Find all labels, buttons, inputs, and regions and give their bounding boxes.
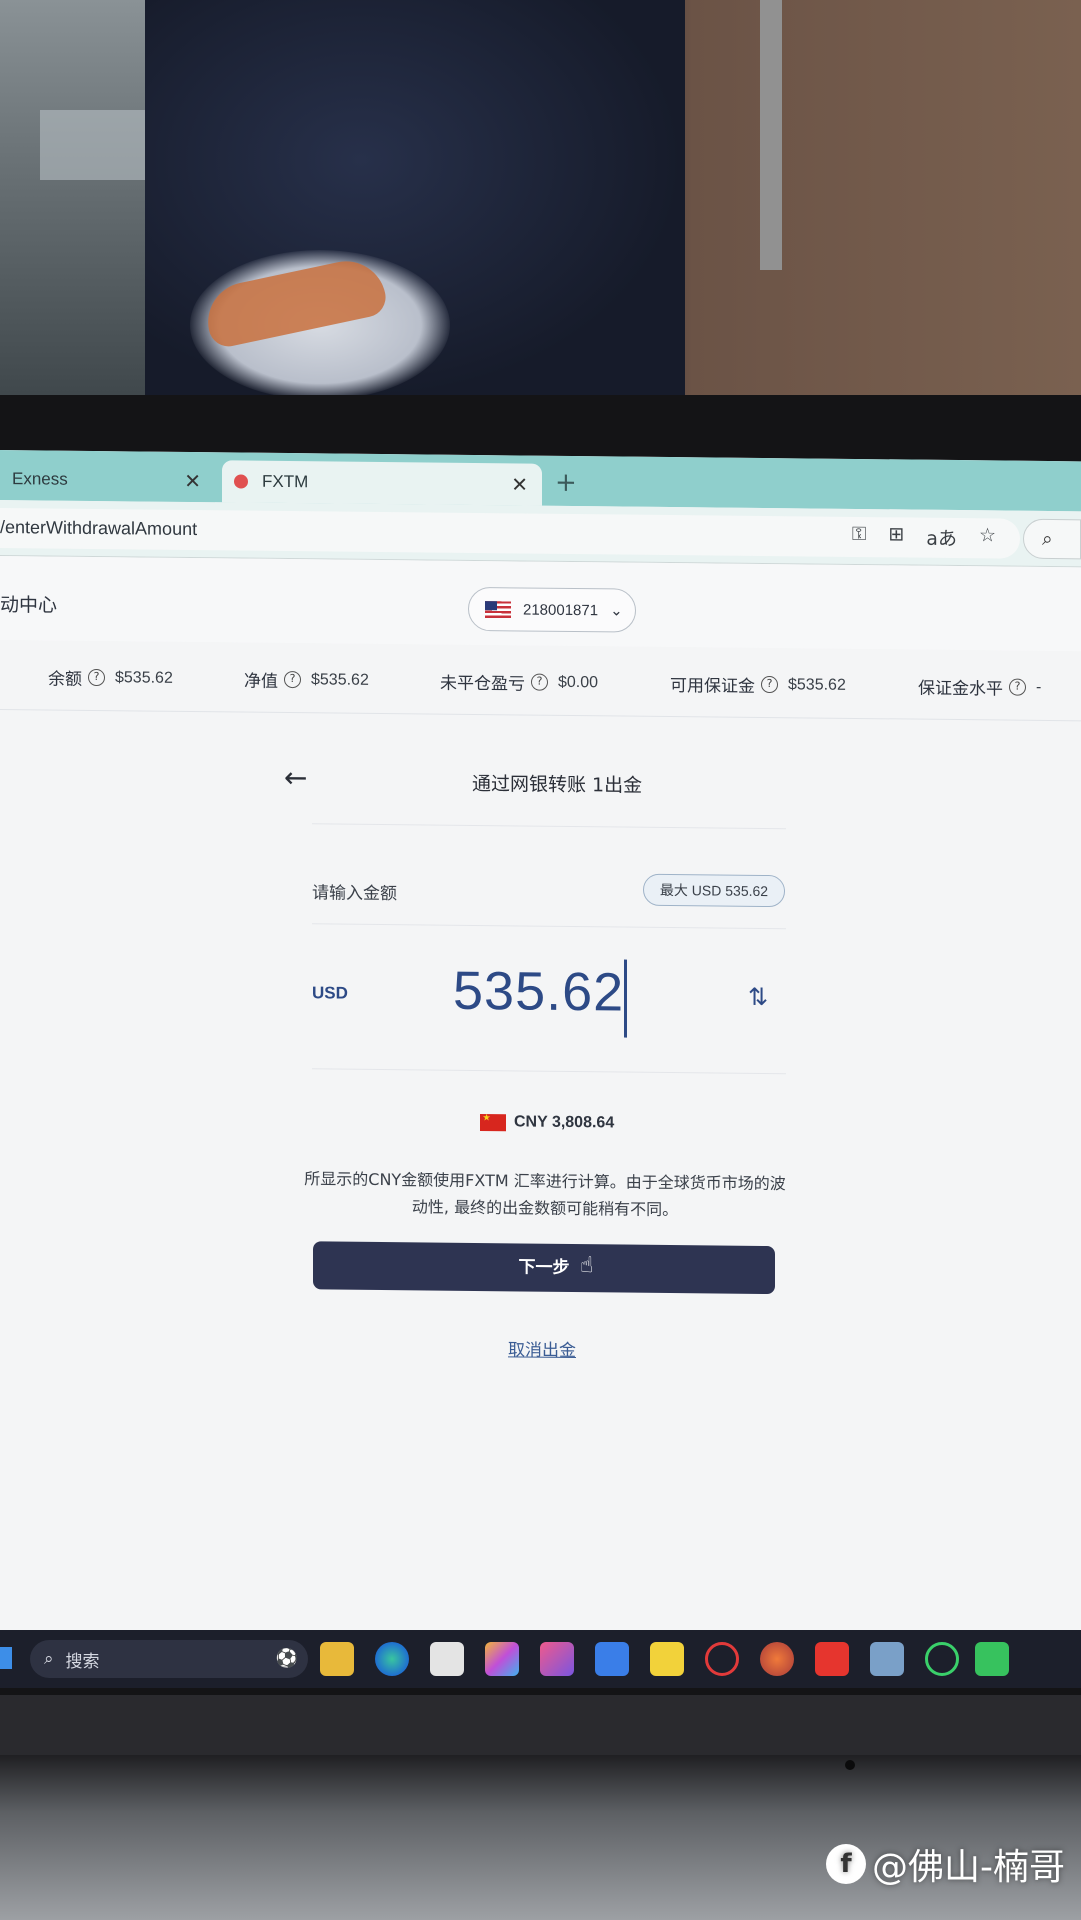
stat-label: 净值	[244, 671, 278, 692]
tab-fxtm[interactable]: FXTM ✕	[222, 460, 542, 506]
divider	[312, 1068, 786, 1075]
account-stats-bar: 余额 ? $535.62 净值 ? $535.62 未平仓盈亏 ? $0.00 …	[0, 640, 1081, 722]
account-number: 218001871	[523, 600, 599, 619]
help-icon[interactable]: ?	[88, 668, 105, 687]
text-caret	[624, 959, 627, 1038]
key-icon[interactable]: ⚿	[852, 523, 866, 550]
swap-currency-icon[interactable]: ⇅	[748, 983, 768, 1011]
help-icon[interactable]: ?	[1009, 678, 1026, 696]
address-bar-actions: ⚿ ⊞ aあ ☆	[852, 523, 996, 552]
hand-pointer-icon: ☝	[580, 1253, 594, 1279]
watermark: f @佛山-楠哥	[826, 1838, 1065, 1890]
stat-value: $0.00	[558, 673, 599, 691]
stat-value: $535.62	[115, 668, 173, 687]
apps-grid-icon[interactable]: ⊞	[888, 523, 904, 550]
next-step-button[interactable]: 下一步	[313, 1241, 775, 1295]
chevron-down-icon: ⌄	[610, 602, 623, 620]
watermark-logo-icon: f	[826, 1844, 866, 1884]
us-flag-icon	[485, 600, 511, 618]
divider	[312, 923, 786, 930]
stat-label: 未平仓盈亏	[440, 673, 525, 695]
page-header: 动中心 218001871 ⌄	[0, 556, 1081, 652]
background-photo	[0, 0, 1081, 400]
page-title: 通过网银转账 1出金	[472, 772, 643, 797]
app-icon[interactable]	[705, 1642, 739, 1676]
exchange-rate-note: 所显示的CNY金额使用FXTM 汇率进行计算。由于全球货币市场的波动性, 最终的…	[304, 1169, 786, 1220]
stat-label: 余额	[48, 669, 82, 690]
file-explorer-icon[interactable]	[320, 1642, 354, 1676]
sticky-notes-icon[interactable]	[650, 1642, 684, 1676]
next-step-label: 下一步	[518, 1257, 570, 1278]
music-icon[interactable]	[925, 1642, 959, 1676]
search-icon: ⌕	[44, 1649, 54, 1669]
tab-exness[interactable]: Exness ✕	[0, 458, 215, 503]
stat-value: -	[1036, 678, 1042, 696]
stat-label: 可用保证金	[670, 676, 755, 697]
stat-balance: 余额 ? $535.62	[48, 665, 173, 691]
watermark-text: @佛山-楠哥	[872, 1847, 1065, 1888]
converted-amount: CNY 3,808.64	[480, 1113, 614, 1132]
stat-floating-pl: 未平仓盈亏 ? $0.00	[440, 669, 598, 696]
app-icon[interactable]	[540, 1642, 574, 1676]
divider	[312, 823, 786, 830]
cancel-withdrawal-link[interactable]: 取消出金	[508, 1335, 576, 1361]
stat-label: 保证金水平	[918, 678, 1003, 700]
tab-label: Exness	[12, 469, 68, 489]
help-icon[interactable]: ?	[284, 670, 301, 689]
copilot-icon[interactable]	[485, 1642, 519, 1676]
windows-taskbar: ⌕ 搜索 ⚽	[0, 1630, 1081, 1688]
stat-free-margin: 可用保证金 ? $535.62	[670, 671, 846, 698]
mail-icon[interactable]	[595, 1642, 629, 1676]
stat-value: $535.62	[311, 670, 369, 689]
back-arrow-icon[interactable]: ←	[284, 761, 307, 794]
app-icon[interactable]	[760, 1642, 794, 1676]
translate-icon[interactable]: aあ	[926, 524, 957, 551]
stat-equity: 净值 ? $535.62	[244, 667, 369, 693]
help-icon[interactable]: ?	[761, 675, 778, 694]
activity-center-link[interactable]: 动中心	[0, 590, 57, 618]
url-text: /enterWithdrawalAmount	[0, 517, 198, 540]
stat-margin-level: 保证金水平 ? -	[918, 674, 1041, 700]
windows-start-icon[interactable]	[0, 1647, 12, 1669]
tab-label: FXTM	[262, 471, 309, 492]
amount-label: 请输入金额	[312, 883, 397, 905]
store-icon[interactable]	[430, 1642, 464, 1676]
china-flag-icon	[480, 1113, 506, 1131]
app-icon[interactable]	[870, 1642, 904, 1676]
close-icon[interactable]: ✕	[511, 472, 528, 497]
search-icon[interactable]: ⌕	[1023, 518, 1081, 560]
wps-office-icon[interactable]	[815, 1642, 849, 1676]
laptop-screen: Exness ✕ FXTM ✕ + /enterWithdrawalAmount…	[0, 450, 1081, 1647]
close-icon[interactable]: ✕	[184, 469, 201, 494]
max-amount-button[interactable]: 最大 USD 535.62	[643, 873, 785, 908]
search-placeholder: 搜索	[65, 1651, 100, 1672]
amount-input[interactable]: 535.62	[453, 960, 624, 1024]
account-selector[interactable]: 218001871 ⌄	[468, 586, 636, 633]
wechat-icon[interactable]	[975, 1642, 1009, 1676]
help-icon[interactable]: ?	[531, 673, 548, 691]
background-pole	[760, 0, 782, 270]
search-highlight-icon: ⚽	[275, 1648, 298, 1669]
webcam-dot	[845, 1760, 855, 1770]
fxtm-favicon-icon	[234, 474, 248, 489]
favorite-star-icon[interactable]: ☆	[979, 524, 996, 551]
converted-value: CNY 3,808.64	[514, 1113, 615, 1132]
stat-value: $535.62	[788, 675, 846, 694]
currency-code: USD	[312, 983, 348, 1003]
edge-browser-icon[interactable]	[375, 1642, 409, 1676]
taskbar-search[interactable]: ⌕ 搜索 ⚽	[30, 1640, 308, 1678]
new-tab-icon[interactable]: +	[555, 468, 577, 498]
